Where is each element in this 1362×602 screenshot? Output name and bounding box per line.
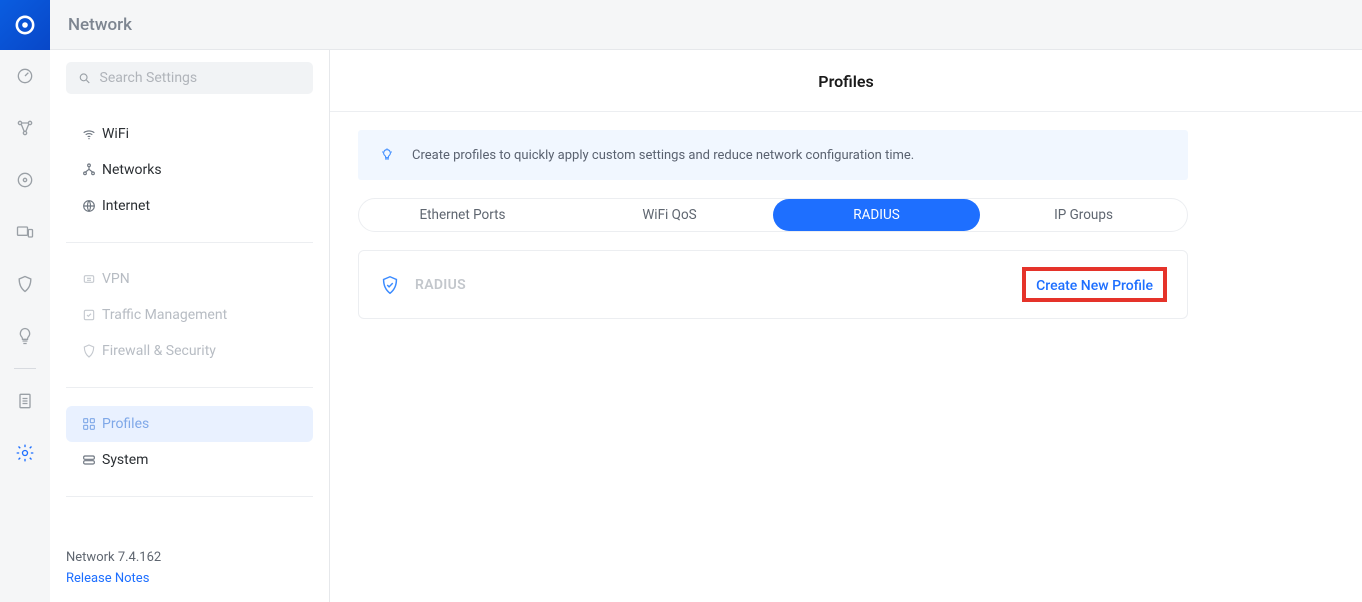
nav-divider-3 xyxy=(66,496,313,497)
iconbar-clipboard-icon[interactable] xyxy=(0,375,50,427)
content-inner: Create profiles to quickly apply custom … xyxy=(330,111,1362,319)
tab-radius[interactable]: RADIUS xyxy=(773,199,980,231)
nav-system[interactable]: System xyxy=(66,442,313,478)
iconbar-separator xyxy=(14,368,36,369)
iconbar-settings-icon[interactable] xyxy=(0,427,50,479)
nav-vpn[interactable]: VPN xyxy=(66,261,313,297)
nav-divider-1 xyxy=(66,242,313,243)
tab-ip-groups[interactable]: IP Groups xyxy=(980,199,1187,231)
profiles-icon xyxy=(76,416,102,432)
nav-vpn-label: VPN xyxy=(102,271,130,287)
search-container[interactable] xyxy=(66,62,313,94)
nav-divider-2 xyxy=(66,387,313,388)
page-body: WiFi Networks Internet VPN xyxy=(50,50,1362,602)
profile-tabs: Ethernet Ports WiFi QoS RADIUS IP Groups xyxy=(358,198,1188,232)
nav-group-2: VPN Traffic Management Firewall & Securi… xyxy=(66,253,313,377)
nav-profiles[interactable]: Profiles xyxy=(66,406,313,442)
nav-internet-label: Internet xyxy=(102,198,150,214)
iconbar-shield-icon[interactable] xyxy=(0,258,50,310)
search-input[interactable] xyxy=(100,70,301,86)
iconbar-gauge-icon[interactable] xyxy=(0,50,50,102)
nav-traffic-label: Traffic Management xyxy=(102,307,227,323)
iconbar-devices-icon[interactable] xyxy=(0,206,50,258)
nav-group-1: WiFi Networks Internet xyxy=(66,108,313,232)
bulb-icon xyxy=(376,144,398,166)
hint-banner: Create profiles to quickly apply custom … xyxy=(358,130,1188,180)
hint-text: Create profiles to quickly apply custom … xyxy=(412,148,914,163)
content-pane: Profiles Create profiles to quickly appl… xyxy=(330,50,1362,602)
iconbar-bulb-icon[interactable] xyxy=(0,310,50,362)
nav-wifi-label: WiFi xyxy=(102,126,129,142)
create-new-profile-button[interactable]: Create New Profile xyxy=(1036,278,1153,294)
nav-system-label: System xyxy=(102,452,148,468)
panel-title: RADIUS xyxy=(415,277,466,293)
wifi-icon xyxy=(76,126,102,142)
header-title: Network xyxy=(68,15,132,35)
vpn-icon xyxy=(76,271,102,287)
create-highlight-box: Create New Profile xyxy=(1022,267,1167,302)
internet-icon xyxy=(76,198,102,214)
radius-panel: RADIUS Create New Profile xyxy=(358,250,1188,319)
nav-traffic[interactable]: Traffic Management xyxy=(66,297,313,333)
content-title: Profiles xyxy=(330,50,1362,111)
panel-left: RADIUS xyxy=(379,274,466,296)
page-header: Network xyxy=(50,0,1362,50)
tab-ethernet-ports[interactable]: Ethernet Ports xyxy=(359,199,566,231)
nav-wifi[interactable]: WiFi xyxy=(66,116,313,152)
nav-networks[interactable]: Networks xyxy=(66,152,313,188)
shield-check-icon xyxy=(379,274,401,296)
nav-firewall-label: Firewall & Security xyxy=(102,343,216,359)
version-text: Network 7.4.162 xyxy=(66,550,313,565)
nav-networks-label: Networks xyxy=(102,162,162,178)
system-icon xyxy=(76,452,102,468)
main-area: Network WiFi Networks Internet xyxy=(50,0,1362,602)
app-iconbar xyxy=(0,0,50,602)
firewall-icon xyxy=(76,343,102,359)
nav-profiles-label: Profiles xyxy=(102,416,149,432)
tab-wifi-qos[interactable]: WiFi QoS xyxy=(566,199,773,231)
nav-firewall[interactable]: Firewall & Security xyxy=(66,333,313,369)
app-logo[interactable] xyxy=(0,0,50,50)
settings-sidebar: WiFi Networks Internet VPN xyxy=(50,50,330,602)
search-icon xyxy=(78,71,92,86)
traffic-icon xyxy=(76,307,102,323)
sidebar-footer: Network 7.4.162 Release Notes xyxy=(66,538,313,586)
release-notes-link[interactable]: Release Notes xyxy=(66,571,313,586)
iconbar-topology-icon[interactable] xyxy=(0,102,50,154)
iconbar-disc-icon[interactable] xyxy=(0,154,50,206)
nav-internet[interactable]: Internet xyxy=(66,188,313,224)
nav-group-3: Profiles System xyxy=(66,398,313,486)
networks-icon xyxy=(76,162,102,178)
